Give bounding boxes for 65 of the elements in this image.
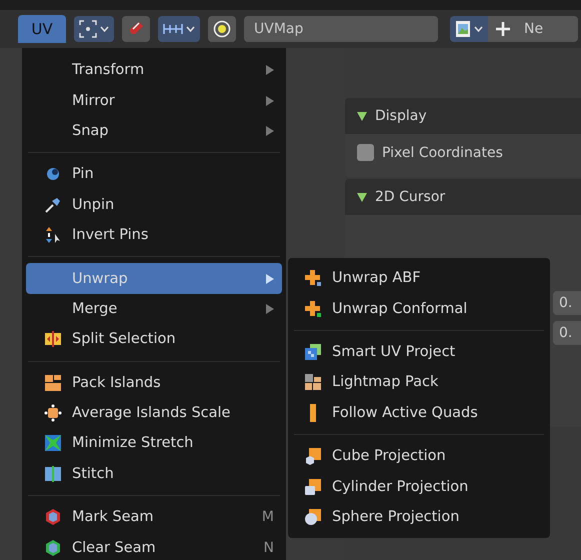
blocks-icon xyxy=(44,374,62,392)
shortcut-label: N xyxy=(264,540,274,556)
menu-item[interactable]: Clear Seam N xyxy=(26,532,282,560)
select-box-icon xyxy=(79,20,97,38)
target-icon xyxy=(213,20,231,38)
plus-icon xyxy=(496,22,510,36)
pivot-button[interactable] xyxy=(208,16,236,42)
menu-item[interactable]: Mark Seam M xyxy=(26,502,282,532)
menu-item[interactable]: Pin xyxy=(26,159,282,190)
split-icon xyxy=(44,330,62,348)
menu-item[interactable]: Unwrap ABF xyxy=(292,263,546,294)
menu-item[interactable]: Follow Active Quads xyxy=(292,398,546,428)
menu-item[interactable]: Average Islands Scale xyxy=(26,398,282,428)
menu-item[interactable]: Sphere Projection xyxy=(292,502,546,532)
blocks-icon xyxy=(304,373,322,392)
chevron-down-icon xyxy=(186,26,195,32)
cube-icon xyxy=(44,538,62,557)
menu-item[interactable]: Stitch xyxy=(26,458,282,490)
cube-icon xyxy=(304,447,322,466)
snap-target-dropdown[interactable] xyxy=(158,16,200,42)
chevron-down-icon xyxy=(474,26,483,32)
checkbox-label: Pixel Coordinates xyxy=(382,144,503,160)
image-icon xyxy=(455,20,471,38)
checker-icon xyxy=(304,342,322,361)
new-image-button[interactable]: Ne xyxy=(488,16,578,42)
uv-menu-button[interactable]: UV xyxy=(18,15,66,43)
cross-icon xyxy=(44,434,62,452)
expand-triangle-icon[interactable] xyxy=(357,192,367,202)
square-icon xyxy=(44,404,62,422)
select-mode-dropdown[interactable] xyxy=(74,16,114,42)
plus-grid-icon xyxy=(304,300,322,318)
menu-item[interactable]: Mirror xyxy=(26,85,282,116)
image-dropdown[interactable] xyxy=(450,16,488,42)
snap-toggle[interactable] xyxy=(122,16,150,42)
cube-icon xyxy=(44,508,62,526)
cylinder-icon xyxy=(304,478,322,496)
plus-grid-icon xyxy=(304,269,322,288)
stripe-icon xyxy=(44,464,62,483)
panel-title: 2D Cursor xyxy=(375,189,446,205)
panel-title: Display xyxy=(375,108,427,124)
menu-item[interactable]: Invert Pins xyxy=(26,220,282,250)
menu-item[interactable]: Snap xyxy=(26,116,282,146)
menu-item[interactable]: Cube Projection xyxy=(292,440,546,472)
arrows-icon xyxy=(44,226,62,244)
menu-item[interactable]: Unwrap xyxy=(26,263,282,294)
menu-item[interactable]: Lightmap Pack xyxy=(292,367,546,398)
menu-item[interactable]: Cylinder Projection xyxy=(292,471,546,502)
shortcut-label: M xyxy=(262,509,274,526)
increment-icon xyxy=(163,22,183,36)
menu-item[interactable]: Smart UV Project xyxy=(292,336,546,368)
checkbox[interactable] xyxy=(357,144,374,161)
menu-item[interactable]: Transform xyxy=(26,55,282,86)
menu-item[interactable]: Unwrap Conformal xyxy=(292,293,546,324)
menu-item[interactable]: Pack Islands xyxy=(26,368,282,398)
menu-item[interactable]: Split Selection xyxy=(26,324,282,355)
pushpin-icon xyxy=(44,196,62,214)
location-field[interactable]: 0. xyxy=(553,291,581,315)
expand-triangle-icon[interactable] xyxy=(357,111,367,121)
menu-item[interactable]: Minimize Stretch xyxy=(26,428,282,459)
chevron-down-icon xyxy=(100,26,109,32)
uv-map-field[interactable]: UVMap xyxy=(244,16,438,42)
location-field[interactable]: 0. xyxy=(553,321,581,345)
menu-item[interactable]: Merge xyxy=(26,294,282,324)
sphere-icon xyxy=(304,508,322,526)
menu-item[interactable]: Unpin xyxy=(26,190,282,220)
